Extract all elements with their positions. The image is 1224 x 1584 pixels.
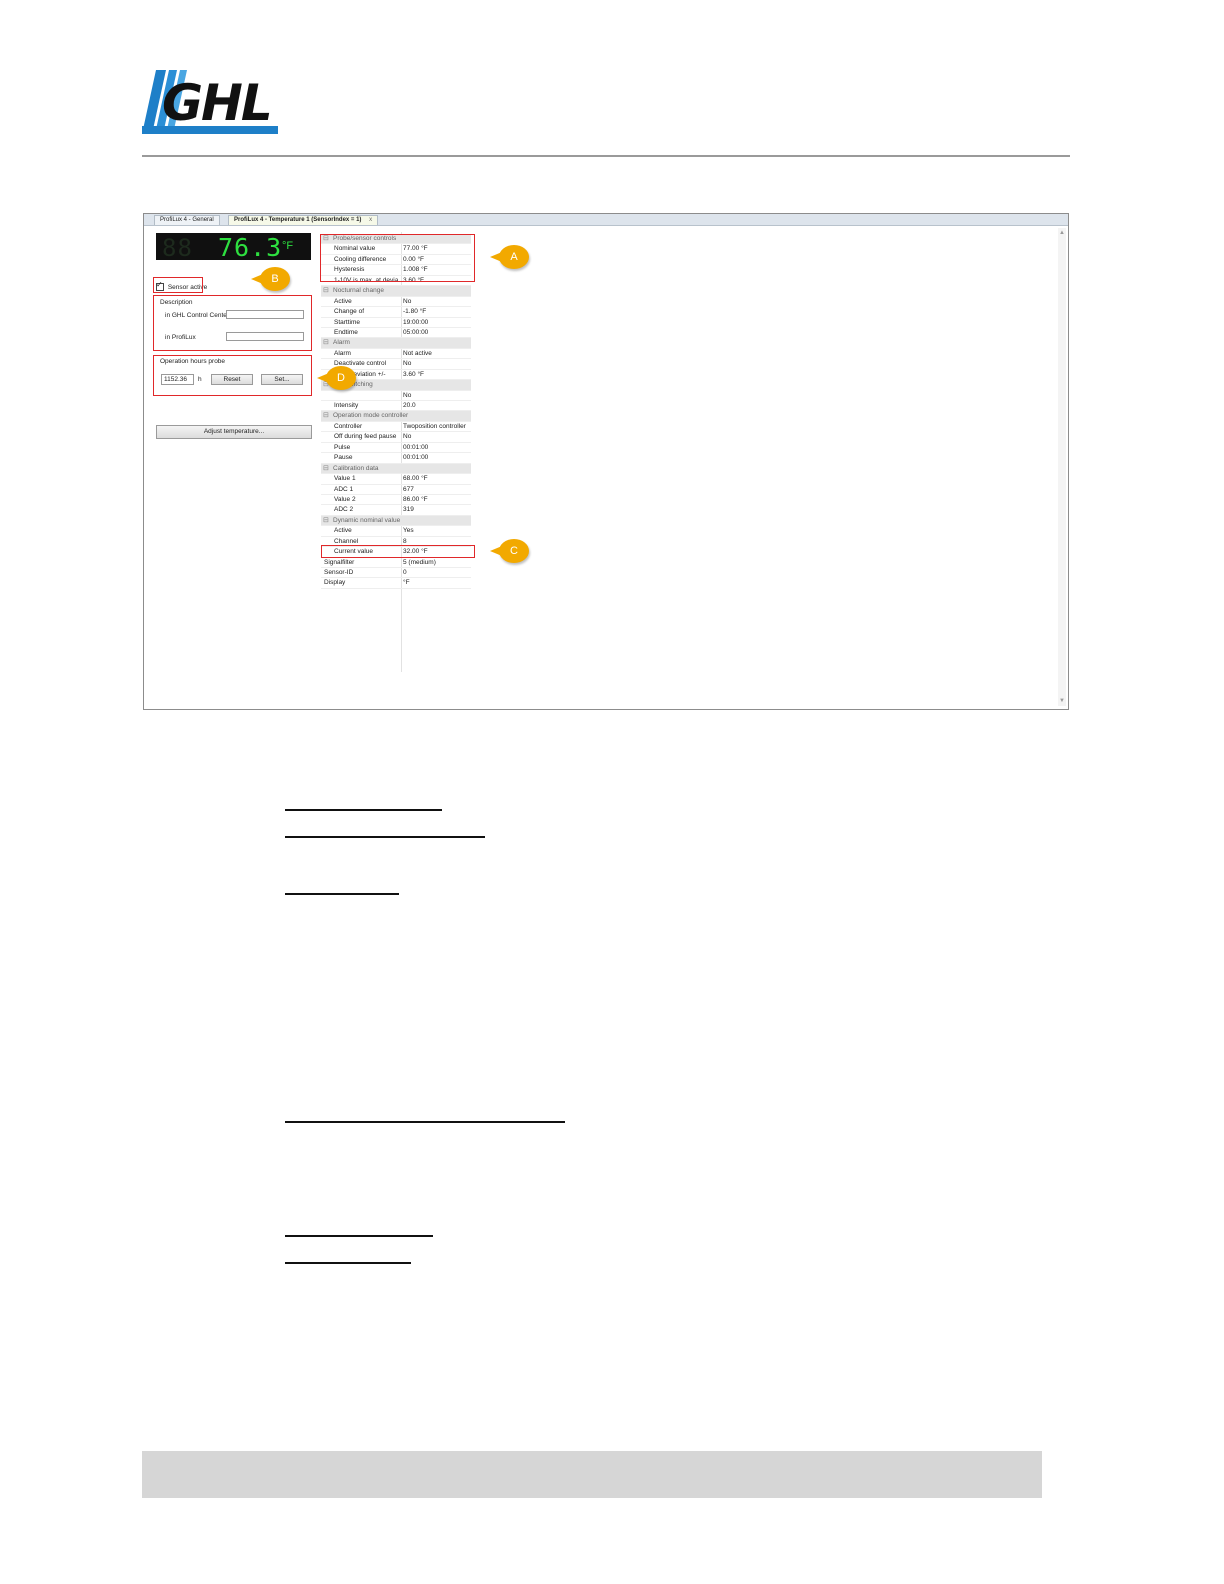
property-name: Value 2 (334, 495, 356, 503)
callout-b: B (251, 267, 290, 291)
ghl-logo: GHL (142, 70, 278, 136)
property-value[interactable]: Not active (403, 349, 432, 358)
property-value[interactable]: No (403, 297, 411, 306)
property-row[interactable]: Off during feed pause No (321, 432, 471, 443)
highlight-box-b (153, 277, 203, 293)
heading-underline-5 (285, 1235, 433, 1237)
heading-underline-6 (285, 1262, 411, 1264)
property-name: ADC 2 (334, 506, 354, 514)
property-category[interactable]: Nocturnal change (321, 286, 471, 297)
callout-a: A (490, 245, 529, 269)
property-name: Pause (334, 454, 353, 462)
property-category[interactable]: Dynamic nominal value (321, 515, 471, 527)
tab-temperature-label: ProfiLux 4 - Temperature 1 (SensorIndex … (234, 217, 362, 223)
property-value[interactable]: 3.60 °F (403, 370, 424, 379)
heading-underline-3 (285, 893, 399, 895)
display-value: 76.3 (218, 233, 283, 262)
property-row[interactable]: Change of -1.80 °F (321, 307, 471, 318)
property-value[interactable]: No (403, 359, 411, 368)
temperature-display: 88 76.3 °F (156, 233, 311, 262)
property-value[interactable]: 677 (403, 485, 414, 494)
property-name: Starttime (334, 318, 361, 326)
property-name: Active (334, 527, 352, 535)
logo-text: GHL (162, 74, 273, 132)
property-category[interactable]: Operation mode controller (321, 411, 471, 422)
callout-c: C (490, 539, 529, 563)
tab-close-icon[interactable]: x (369, 217, 372, 223)
property-value[interactable]: 68.00 °F (403, 474, 428, 483)
property-grid: Probe/sensor controlsNominal value77.00 … (321, 234, 471, 589)
highlight-box-a (320, 234, 475, 282)
property-name: Endtime (334, 328, 358, 336)
property-row[interactable]: Signalfilter 5 (medium) (321, 558, 471, 568)
property-name: Sensor-ID (324, 569, 354, 576)
tab-temperature-1[interactable]: ProfiLux 4 - Temperature 1 (SensorIndex … (228, 215, 379, 225)
property-value[interactable]: 5 (medium) (403, 558, 436, 567)
property-name: Off during feed pause (334, 433, 397, 441)
heading-underline-4 (285, 1121, 565, 1123)
property-row[interactable]: Display °F (321, 578, 471, 589)
tab-bar: ProfiLux 4 - General ProfiLux 4 - Temper… (144, 214, 1068, 226)
property-value[interactable]: 319 (403, 505, 414, 514)
property-category[interactable]: Alarm (321, 338, 471, 349)
vertical-scrollbar[interactable]: ▲ ▼ (1058, 228, 1066, 706)
property-name: Signalfilter (324, 558, 355, 566)
footer-bar (142, 1451, 1042, 1498)
scroll-up-icon[interactable]: ▲ (1059, 230, 1065, 236)
property-row[interactable]: Intensity 20.0 (321, 401, 471, 412)
property-row[interactable]: Endtime 05:00:00 (321, 328, 471, 339)
property-name: Change of (334, 308, 364, 316)
tab-general[interactable]: ProfiLux 4 - General (154, 215, 220, 225)
heading-underline-2 (285, 836, 485, 838)
property-row[interactable]: Sensor-ID 0 (321, 568, 471, 579)
property-value[interactable]: °F (403, 578, 410, 587)
property-row[interactable]: Active Yes (321, 526, 471, 537)
property-name: Pulse (334, 443, 351, 451)
property-row[interactable]: Pulse 00:01:00 (321, 443, 471, 454)
highlight-box-d (153, 355, 312, 396)
property-row[interactable]: Active No (321, 297, 471, 308)
property-row[interactable]: ADC 2 319 (321, 505, 471, 516)
highlight-box-c (321, 545, 475, 558)
property-value[interactable]: No (403, 432, 411, 441)
property-value[interactable]: 00:01:00 (403, 443, 428, 452)
property-value[interactable]: 0 (403, 568, 407, 577)
adjust-temperature-button[interactable]: Adjust temperature... (156, 425, 312, 439)
callout-d: D (317, 366, 356, 390)
property-name: Value 1 (334, 475, 356, 483)
property-name: Display (324, 579, 346, 587)
property-name: Alarm (334, 349, 351, 357)
highlight-box-description (153, 295, 312, 351)
property-name: Active (334, 297, 352, 305)
property-value[interactable]: No (403, 391, 411, 400)
display-unit: °F (282, 240, 294, 252)
property-row[interactable]: ADC 1 677 (321, 485, 471, 495)
property-value[interactable]: Twoposition controller (403, 422, 466, 431)
property-row[interactable]: Value 2 86.00 °F (321, 495, 471, 506)
property-name: Controller (334, 422, 363, 430)
property-value[interactable]: 00:01:00 (403, 453, 428, 462)
scroll-down-icon[interactable]: ▼ (1059, 698, 1065, 704)
property-value[interactable]: -1.80 °F (403, 307, 426, 316)
property-name: ADC 1 (334, 485, 354, 493)
property-value[interactable]: 20.0 (403, 401, 416, 410)
display-ghost-digits: 88 (162, 234, 193, 262)
property-row[interactable]: No (321, 391, 471, 401)
header-rule (142, 155, 1070, 157)
heading-underline-1 (285, 809, 442, 811)
tab-general-label: ProfiLux 4 - General (160, 217, 214, 223)
property-value[interactable]: 86.00 °F (403, 495, 428, 504)
software-screenshot: ProfiLux 4 - General ProfiLux 4 - Temper… (143, 213, 1069, 710)
property-value[interactable]: Yes (403, 526, 414, 535)
property-value[interactable]: 05:00:00 (403, 328, 428, 337)
property-row[interactable]: Starttime 19:00:00 (321, 318, 471, 328)
property-value[interactable]: 19:00:00 (403, 318, 428, 327)
property-name: Intensity (334, 402, 359, 409)
property-category[interactable]: Calibration data (321, 463, 471, 475)
property-row[interactable]: Controller Twoposition controller (321, 422, 471, 433)
property-row[interactable]: Alarm Not active (321, 349, 471, 360)
property-row[interactable]: Value 1 68.00 °F (321, 474, 471, 485)
property-row[interactable]: Pause 00:01:00 (321, 453, 471, 464)
